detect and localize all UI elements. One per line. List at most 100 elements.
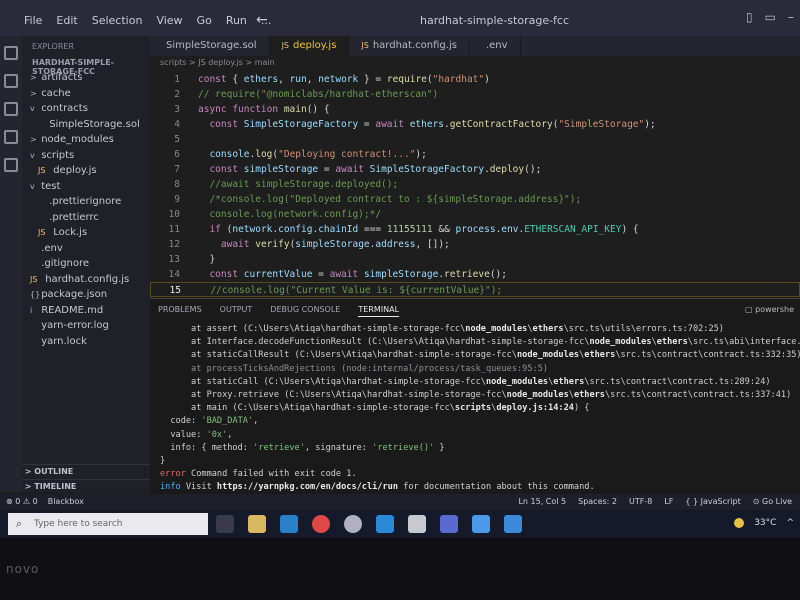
layout-icon[interactable]: ▯ xyxy=(746,10,753,24)
tree-item[interactable]: .prettierrc xyxy=(22,210,150,226)
editor-tab[interactable]: JS deploy.js xyxy=(269,36,350,56)
file-icon: > xyxy=(30,73,37,82)
editor-tab[interactable]: SimpleStorage.sol xyxy=(150,36,270,56)
terminal[interactable]: at assert (C:\Users\Atiqa\hardhat-simple… xyxy=(150,323,800,505)
tree-item[interactable]: SimpleStorage.sol xyxy=(22,117,150,133)
breadcrumb[interactable]: scripts > JS deploy.js > main xyxy=(160,58,275,67)
menu-item[interactable]: File xyxy=(24,14,42,27)
file-explorer-icon[interactable] xyxy=(248,515,266,533)
code-line[interactable]: 12 await verify(simpleStorage.address, [… xyxy=(150,237,800,252)
tree-item[interactable]: > cache xyxy=(22,86,150,102)
encoding[interactable]: UTF-8 xyxy=(629,497,652,506)
timeline-section[interactable]: > TIMELINE xyxy=(22,479,150,494)
problems-status[interactable]: ⊗ 0 ⚠ 0 xyxy=(6,497,38,506)
code-line[interactable]: 14 const currentValue = await simpleStor… xyxy=(150,267,800,282)
tree-item[interactable]: JS Lock.js xyxy=(22,225,150,241)
tree-item[interactable]: JS hardhat.config.js xyxy=(22,272,150,288)
tree-item[interactable]: yarn.lock xyxy=(22,334,150,350)
code-line[interactable]: 4 const SimpleStorageFactory = await eth… xyxy=(150,117,800,132)
terminal-shell-label[interactable]: ▢ powershe xyxy=(745,305,794,314)
editor-tab[interactable]: .env xyxy=(470,36,521,56)
app-icon[interactable] xyxy=(408,515,426,533)
cursor-position[interactable]: Ln 15, Col 5 xyxy=(518,497,566,506)
code-line[interactable]: 11 if (network.config.chainId === 111551… xyxy=(150,222,800,237)
tree-item[interactable]: i README.md xyxy=(22,303,150,319)
tree-item[interactable]: .prettierignore xyxy=(22,194,150,210)
tree-item[interactable]: .env xyxy=(22,241,150,257)
panel-icon[interactable]: ▭ xyxy=(765,10,776,24)
eol[interactable]: LF xyxy=(664,497,673,506)
indentation[interactable]: Spaces: 2 xyxy=(578,497,617,506)
tab-label: hardhat.config.js xyxy=(372,40,457,51)
tab-file-icon: JS xyxy=(281,41,289,50)
line-number: 11 xyxy=(168,224,180,235)
menu-item[interactable]: Edit xyxy=(56,14,77,27)
code-line[interactable]: 8 //await simpleStorage.deployed(); xyxy=(150,177,800,192)
tree-item-label: Lock.js xyxy=(53,227,88,238)
tree-item[interactable]: yarn-error.log xyxy=(22,318,150,334)
tree-item-label: .env xyxy=(41,242,63,254)
app-icon[interactable] xyxy=(504,515,522,533)
taskbar-search[interactable]: ⌕ Type here to search xyxy=(8,513,208,535)
code-line[interactable]: 6 console.log("Deploying contract!..."); xyxy=(150,147,800,162)
code-text: const currentValue = await simpleStorage… xyxy=(209,269,507,280)
code-line[interactable]: 15 //console.log("Current Value is: ${cu… xyxy=(150,282,800,297)
menu-item[interactable]: View xyxy=(156,14,182,27)
code-line[interactable]: 9 /*console.log("Deployed contract to : … xyxy=(150,192,800,207)
line-number: 10 xyxy=(168,209,180,220)
line-number: 1 xyxy=(174,74,180,85)
outline-section[interactable]: > OUTLINE xyxy=(22,464,150,479)
menu-item[interactable]: Run xyxy=(226,14,247,27)
line-number: 8 xyxy=(174,179,180,190)
tree-item[interactable]: v contracts xyxy=(22,101,150,117)
panel-tab[interactable]: PROBLEMS xyxy=(158,305,202,317)
code-line[interactable]: 10 console.log(network.config);*/ xyxy=(150,207,800,222)
tree-item[interactable]: JS deploy.js xyxy=(22,163,150,179)
file-icon: v xyxy=(30,181,35,191)
code-line[interactable]: 3 async function main() { xyxy=(150,102,800,117)
blackbox-status[interactable]: Blackbox xyxy=(48,497,84,506)
go-live-button[interactable]: ⊙ Go Live xyxy=(753,497,792,506)
run-debug-icon[interactable] xyxy=(4,130,18,144)
edge-icon[interactable] xyxy=(280,515,298,533)
code-line[interactable]: 5 xyxy=(150,132,800,147)
tree-item-label: artifacts xyxy=(41,72,83,83)
menu-item[interactable]: Selection xyxy=(92,14,143,27)
app-icon[interactable] xyxy=(344,515,362,533)
code-line[interactable]: 1 const { ethers, run, network } = requir… xyxy=(150,72,800,87)
app-icon[interactable] xyxy=(440,515,458,533)
app-icon[interactable] xyxy=(472,515,490,533)
editor-tab[interactable]: JS hardhat.config.js xyxy=(349,36,470,56)
tree-item[interactable]: > node_modules xyxy=(22,132,150,148)
chevron-up-icon[interactable]: ^ xyxy=(786,518,794,528)
terminal-line: } xyxy=(160,455,166,466)
weather-icon[interactable] xyxy=(734,518,745,528)
tree-item-label: .prettierignore xyxy=(49,196,122,207)
minimize-icon[interactable]: – xyxy=(788,10,794,24)
source-control-icon[interactable] xyxy=(4,102,18,116)
back-arrow-icon[interactable]: ← xyxy=(256,12,268,28)
temperature[interactable]: 33°C xyxy=(754,518,776,528)
tree-item[interactable]: {} package.json xyxy=(22,287,150,303)
extensions-icon[interactable] xyxy=(4,158,18,172)
panel-tab[interactable]: OUTPUT xyxy=(220,305,253,317)
panel-tab[interactable]: TERMINAL xyxy=(358,305,400,317)
code-line[interactable]: 7 const simpleStorage = await SimpleStor… xyxy=(150,162,800,177)
chrome-icon[interactable] xyxy=(312,515,330,533)
task-view-icon[interactable] xyxy=(216,515,234,533)
menu-item[interactable]: Go xyxy=(197,14,212,27)
explorer-icon[interactable] xyxy=(4,46,18,60)
panel-tab[interactable]: DEBUG CONSOLE xyxy=(270,305,340,317)
code-line[interactable]: 13 } xyxy=(150,252,800,267)
tree-item[interactable]: v scripts xyxy=(22,148,150,164)
terminal-line: code: 'BAD_DATA', xyxy=(160,416,259,427)
code-editor[interactable]: 1 const { ethers, run, network } = requir… xyxy=(150,68,800,340)
search-icon[interactable] xyxy=(4,74,18,88)
tree-item[interactable]: > artifacts xyxy=(22,70,150,86)
file-icon: JS xyxy=(38,166,46,175)
language-mode[interactable]: { } JavaScript xyxy=(685,497,740,506)
tree-item[interactable]: v test xyxy=(22,179,150,195)
vscode-icon[interactable] xyxy=(376,515,394,533)
tree-item[interactable]: .gitignore xyxy=(22,256,150,272)
code-line[interactable]: 2 // require("@nomiclabs/hardhat-ethersca… xyxy=(150,87,800,102)
